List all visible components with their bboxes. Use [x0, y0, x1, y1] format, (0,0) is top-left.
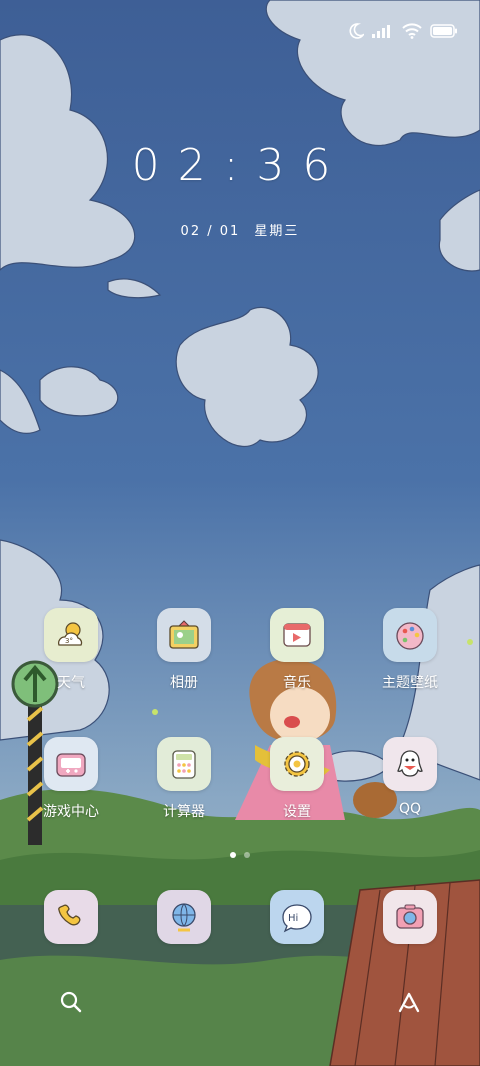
dock-camera[interactable]	[360, 890, 460, 944]
search-icon	[60, 991, 82, 1013]
status-bar	[348, 18, 458, 44]
app-music[interactable]: 音乐	[247, 608, 347, 692]
page-dot	[244, 852, 250, 858]
app-game-center[interactable]: 游戏中心	[21, 737, 121, 821]
qq-icon	[383, 737, 437, 791]
browser-icon	[157, 890, 211, 944]
camera-icon	[383, 890, 437, 944]
app-label: 主题壁纸	[382, 675, 438, 691]
lock-clock[interactable]: 02:36	[0, 140, 480, 191]
app-label: QQ	[398, 801, 422, 817]
app-calculator[interactable]: 计算器	[134, 737, 234, 821]
dock-messages[interactable]: Hi	[247, 890, 347, 944]
music-icon	[270, 608, 324, 662]
game-center-icon	[44, 737, 98, 791]
app-themes[interactable]: 主题壁纸	[360, 608, 460, 692]
weather-icon: 3°	[44, 608, 98, 662]
phone-icon	[44, 890, 98, 944]
date-month-day: 02 / 01	[180, 224, 241, 239]
search-button[interactable]	[51, 982, 91, 1022]
date-line[interactable]: 02 / 01 星期三	[0, 220, 480, 239]
app-qq[interactable]: QQ	[360, 737, 460, 817]
app-label: 设置	[283, 804, 311, 820]
moon-icon	[349, 23, 364, 39]
gallery-icon	[157, 608, 211, 662]
battery-icon	[430, 24, 457, 38]
app-label: 相册	[170, 675, 198, 691]
app-label: 音乐	[283, 675, 311, 691]
messages-icon: Hi	[270, 890, 324, 944]
dock-browser[interactable]	[134, 890, 234, 944]
page-indicator[interactable]	[0, 852, 480, 858]
app-settings[interactable]: 设置	[247, 737, 347, 821]
assistant-icon	[398, 992, 420, 1013]
wifi-icon	[402, 23, 422, 39]
svg-text:Hi: Hi	[288, 913, 298, 924]
app-label: 计算器	[163, 804, 205, 820]
assistant-button[interactable]	[389, 982, 429, 1022]
app-label: 游戏中心	[43, 804, 99, 820]
app-weather[interactable]: 3° 天气	[21, 608, 121, 692]
app-gallery[interactable]: 相册	[134, 608, 234, 692]
page-dot-active	[230, 852, 236, 858]
signal-icon	[372, 25, 390, 38]
app-label: 天气	[57, 675, 85, 691]
svg-text:3°: 3°	[65, 637, 73, 645]
calculator-icon	[157, 737, 211, 791]
themes-icon	[383, 608, 437, 662]
date-weekday: 星期三	[254, 224, 300, 239]
dock-phone[interactable]	[21, 890, 121, 944]
settings-icon	[270, 737, 324, 791]
